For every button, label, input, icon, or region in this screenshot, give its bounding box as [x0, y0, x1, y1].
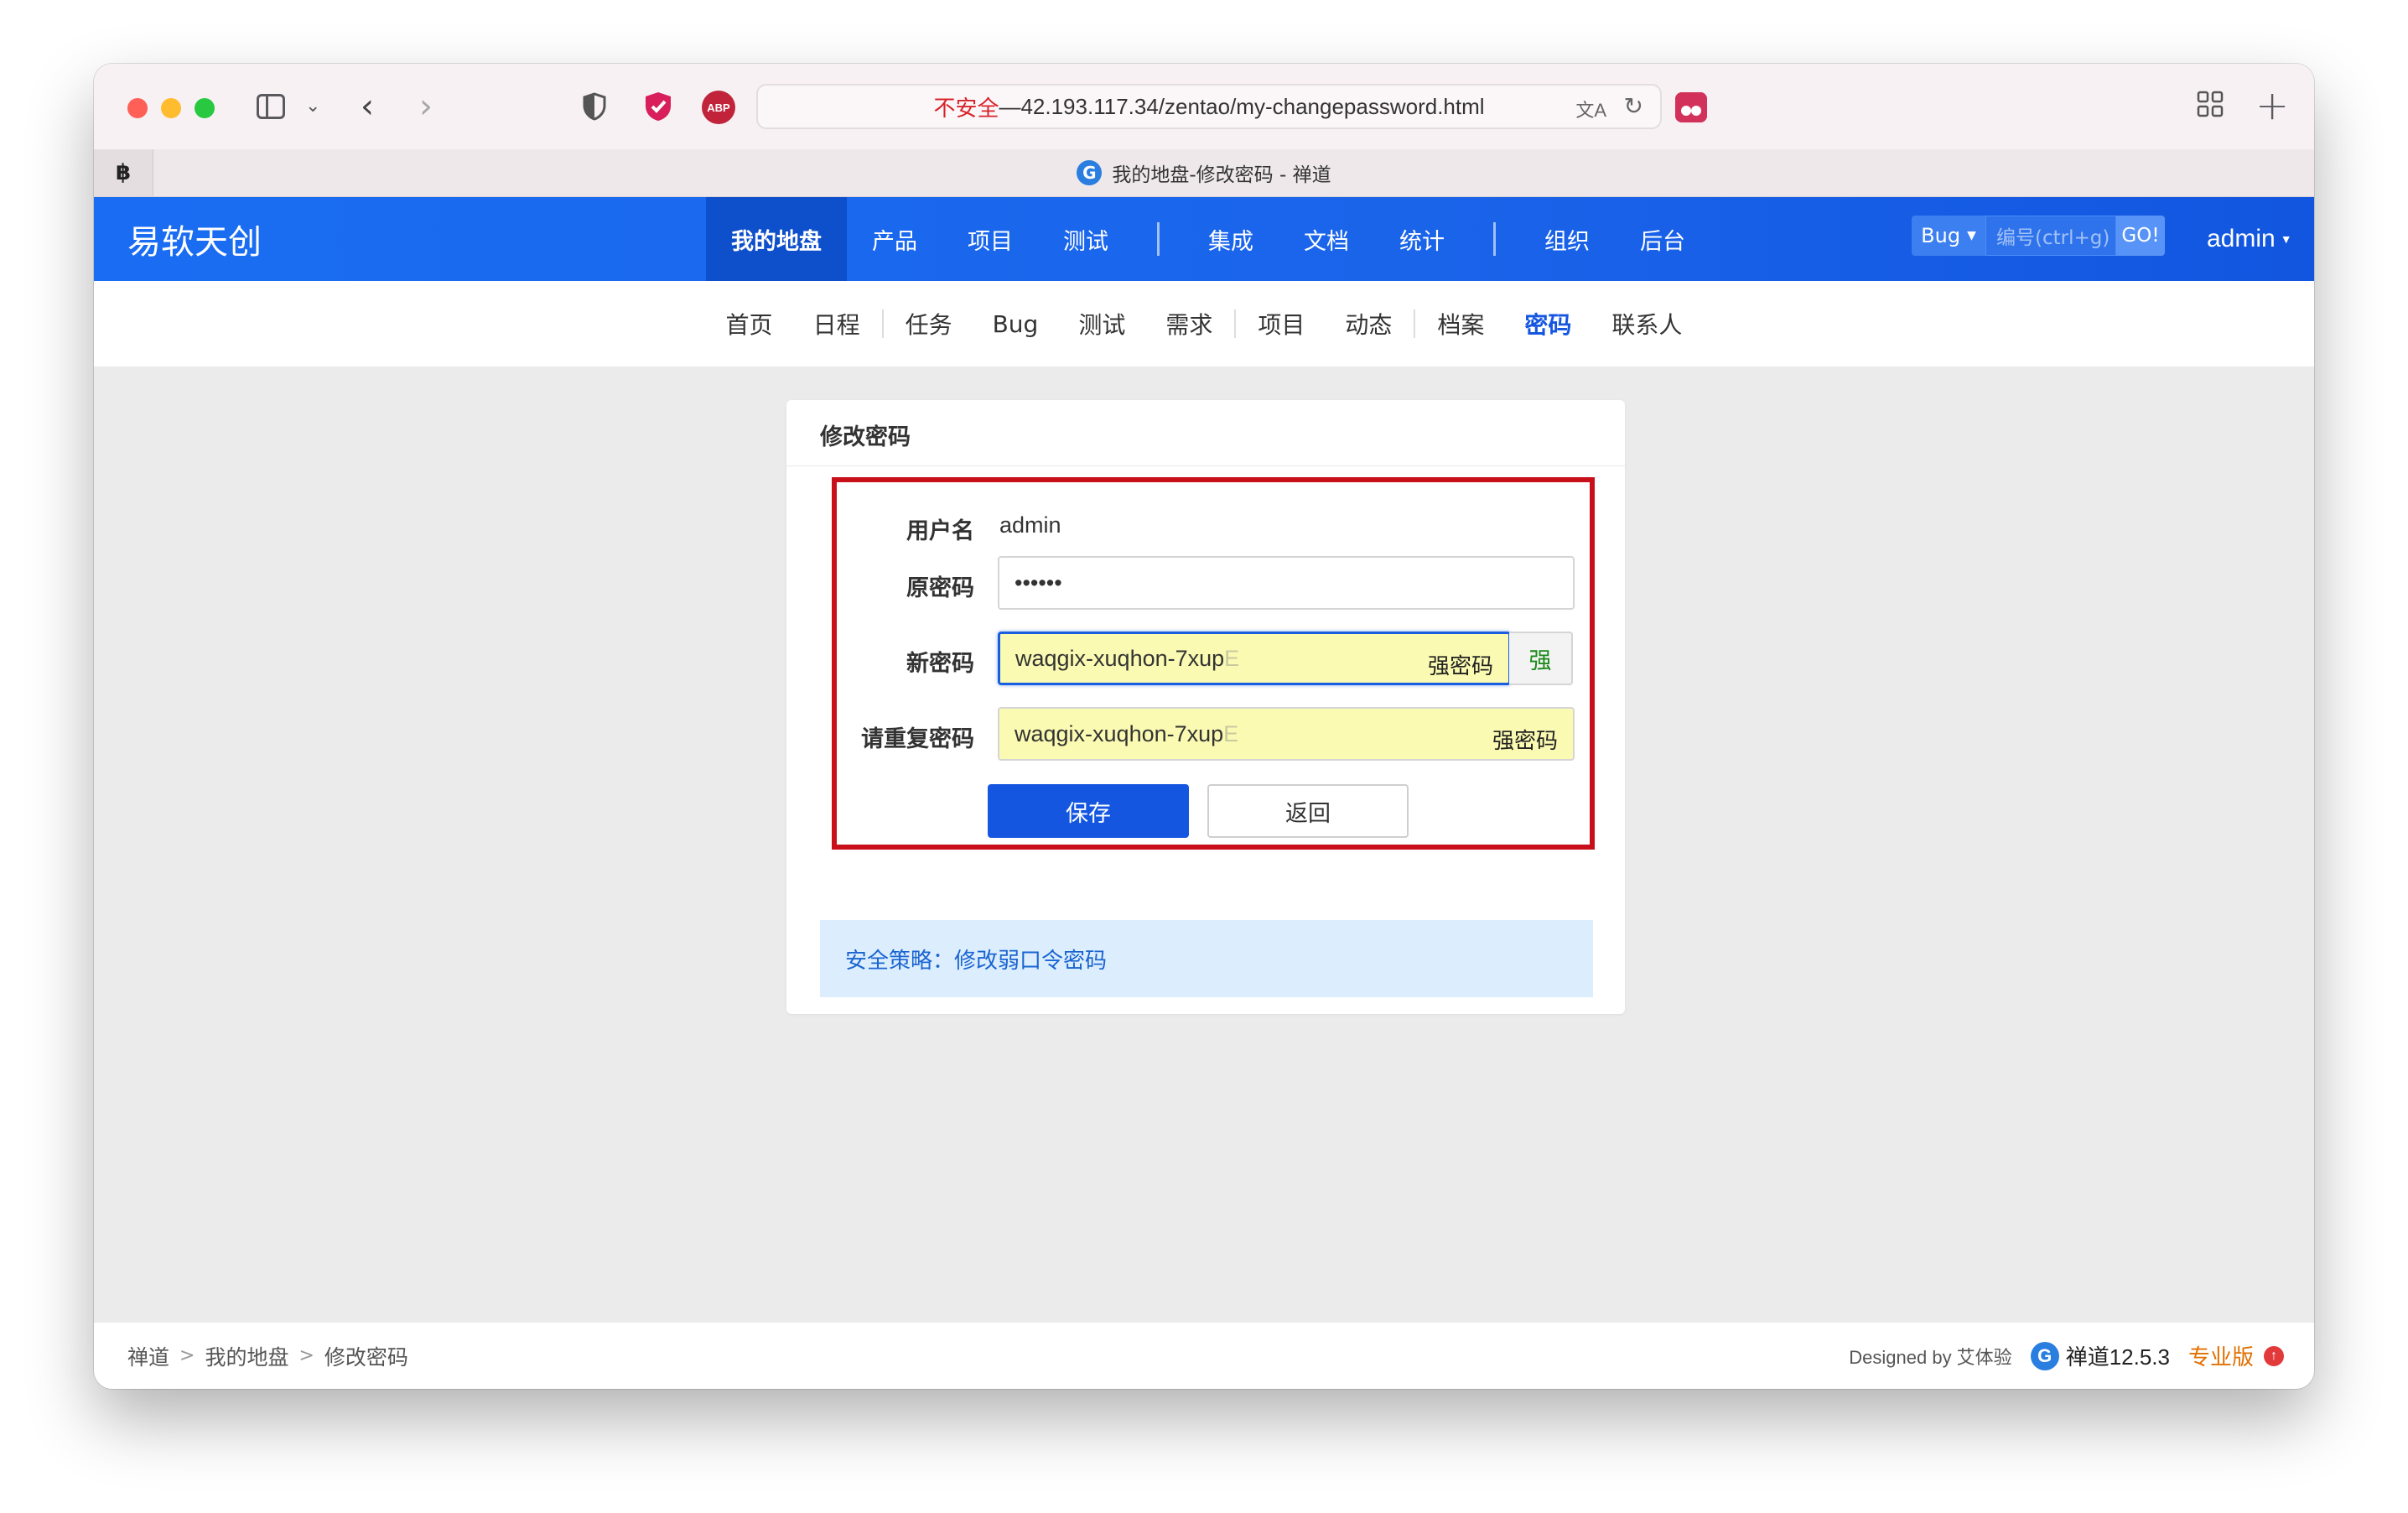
- quick-search: Bug ▼ 编号(ctrl+g) GO!: [1912, 216, 2165, 256]
- breadcrumb: 禅道 > 我的地盘 > 修改密码: [127, 1323, 408, 1389]
- breadcrumb-current: 修改密码: [324, 1344, 408, 1370]
- nav-divider: [1157, 222, 1160, 256]
- tab-strip: ฿ G 我的地盘-修改密码 - 禅道: [94, 149, 2314, 197]
- chevron-down-icon[interactable]: ⌄: [305, 96, 320, 117]
- nav-divider: [1493, 222, 1496, 256]
- forward-icon[interactable]: ›: [419, 87, 433, 126]
- app-header: 易软天创 我的地盘 产品 项目 测试 集成 文档 统计 组织 后台 Bug ▼ 编…: [94, 197, 2314, 281]
- search-input[interactable]: 编号(ctrl+g): [1985, 216, 2116, 256]
- nav-ci[interactable]: 集成: [1183, 197, 1279, 281]
- zentao-logo-icon: G: [1077, 160, 1103, 185]
- brand-name[interactable]: 易软天创: [127, 197, 262, 281]
- subnav-contacts[interactable]: 联系人: [1591, 307, 1702, 341]
- security-policy-notice: 安全策略：修改弱口令密码: [820, 920, 1593, 997]
- subnav-divider: [1414, 309, 1416, 338]
- user-name: admin: [2207, 225, 2276, 252]
- sub-nav: 首页 日程 任务 Bug 测试 需求 项目 动态 档案 密码 联系人: [94, 281, 2314, 367]
- panel-divider: [786, 465, 1625, 466]
- subnav-project[interactable]: 项目: [1238, 307, 1325, 341]
- translate-icon[interactable]: 文A: [1575, 96, 1606, 122]
- minimize-window-button[interactable]: [161, 98, 181, 118]
- subnav-profile[interactable]: 档案: [1417, 307, 1504, 341]
- adblock-icon[interactable]: ABP: [702, 91, 735, 124]
- app-footer: 禅道 > 我的地盘 > 修改密码 Designed by 艾体验 G 禅道12.…: [94, 1323, 2314, 1389]
- insecure-label: 不安全: [933, 95, 999, 121]
- subnav-divider: [881, 309, 884, 338]
- nav-qa[interactable]: 测试: [1038, 197, 1134, 281]
- annotation-highlight-box: [832, 477, 1595, 850]
- search-type-select[interactable]: Bug ▼: [1912, 216, 1985, 256]
- reload-icon[interactable]: ↻: [1624, 92, 1643, 120]
- breadcrumb-separator: >: [298, 1345, 314, 1366]
- designed-by[interactable]: Designed by 艾体验: [1849, 1343, 2011, 1370]
- address-url: 42.193.117.34/zentao/my-changepassword.h…: [1020, 93, 1485, 119]
- nav-report[interactable]: 统计: [1374, 197, 1470, 281]
- subnav-task[interactable]: 任务: [885, 307, 973, 341]
- back-icon[interactable]: ‹: [361, 87, 374, 126]
- nav-project[interactable]: 项目: [942, 197, 1038, 281]
- active-tab[interactable]: G 我的地盘-修改密码 - 禅道: [94, 149, 2314, 196]
- extension-icon[interactable]: [1675, 92, 1707, 122]
- address-bar[interactable]: 不安全 — 42.193.117.34/zentao/my-changepass…: [756, 84, 1662, 129]
- sidebar-icon[interactable]: [257, 94, 285, 119]
- browser-toolbar: ⌄ ‹ › ABP 不安全 — 42.193.117.34/zentao/my-…: [94, 64, 2314, 149]
- version-label[interactable]: 禅道12.5.3: [2066, 1340, 2170, 1371]
- panel-title: 修改密码: [820, 424, 911, 450]
- subnav-password[interactable]: 密码: [1504, 307, 1591, 341]
- nav-product[interactable]: 产品: [847, 197, 942, 281]
- caret-down-icon: ▼: [1967, 229, 1976, 242]
- go-button[interactable]: GO!: [2116, 216, 2165, 256]
- subnav-story[interactable]: 需求: [1145, 307, 1233, 341]
- check-shield-icon[interactable]: [642, 91, 674, 122]
- plus-icon[interactable]: +: [2255, 82, 2289, 129]
- edition-label[interactable]: 专业版: [2188, 1340, 2254, 1371]
- nav-my[interactable]: 我的地盘: [706, 197, 847, 281]
- close-window-button[interactable]: [127, 98, 148, 118]
- change-password-panel: 修改密码 用户名 admin 原密码 •••••• 新密码 waqgix-xuq…: [786, 400, 1625, 1014]
- user-menu[interactable]: admin ▼: [2207, 197, 2292, 281]
- browser-window: ⌄ ‹ › ABP 不安全 — 42.193.117.34/zentao/my-…: [94, 64, 2314, 1389]
- subnav-index[interactable]: 首页: [706, 307, 793, 341]
- main-nav: 我的地盘 产品 项目 测试 集成 文档 统计 组织 后台: [706, 197, 1710, 281]
- zentao-logo-icon: G: [2030, 1341, 2059, 1370]
- shield-icon[interactable]: [582, 92, 607, 121]
- tab-overview-icon[interactable]: [2197, 91, 2224, 117]
- tab-title: 我的地盘-修改密码 - 禅道: [1112, 164, 1331, 186]
- subnav-dynamic[interactable]: 动态: [1325, 307, 1412, 341]
- address-separator: —: [999, 93, 1021, 119]
- nav-admin[interactable]: 后台: [1615, 197, 1710, 281]
- breadcrumb-home[interactable]: 禅道: [127, 1341, 169, 1371]
- subnav-bug[interactable]: Bug: [973, 310, 1059, 338]
- caret-down-icon: ▼: [2280, 232, 2292, 246]
- subnav-divider: [1234, 309, 1237, 338]
- arrow-up-circle-icon[interactable]: ↑: [2264, 1345, 2284, 1366]
- powered-by: Designed by 艾体验 G 禅道12.5.3 专业版 ↑: [1849, 1323, 2284, 1389]
- breadcrumb-my[interactable]: 我的地盘: [205, 1341, 288, 1371]
- nav-doc[interactable]: 文档: [1279, 197, 1374, 281]
- nav-company[interactable]: 组织: [1519, 197, 1615, 281]
- subnav-calendar[interactable]: 日程: [793, 307, 880, 341]
- breadcrumb-separator: >: [179, 1345, 195, 1366]
- zoom-window-button[interactable]: [195, 98, 215, 118]
- subnav-testcase[interactable]: 测试: [1058, 307, 1145, 341]
